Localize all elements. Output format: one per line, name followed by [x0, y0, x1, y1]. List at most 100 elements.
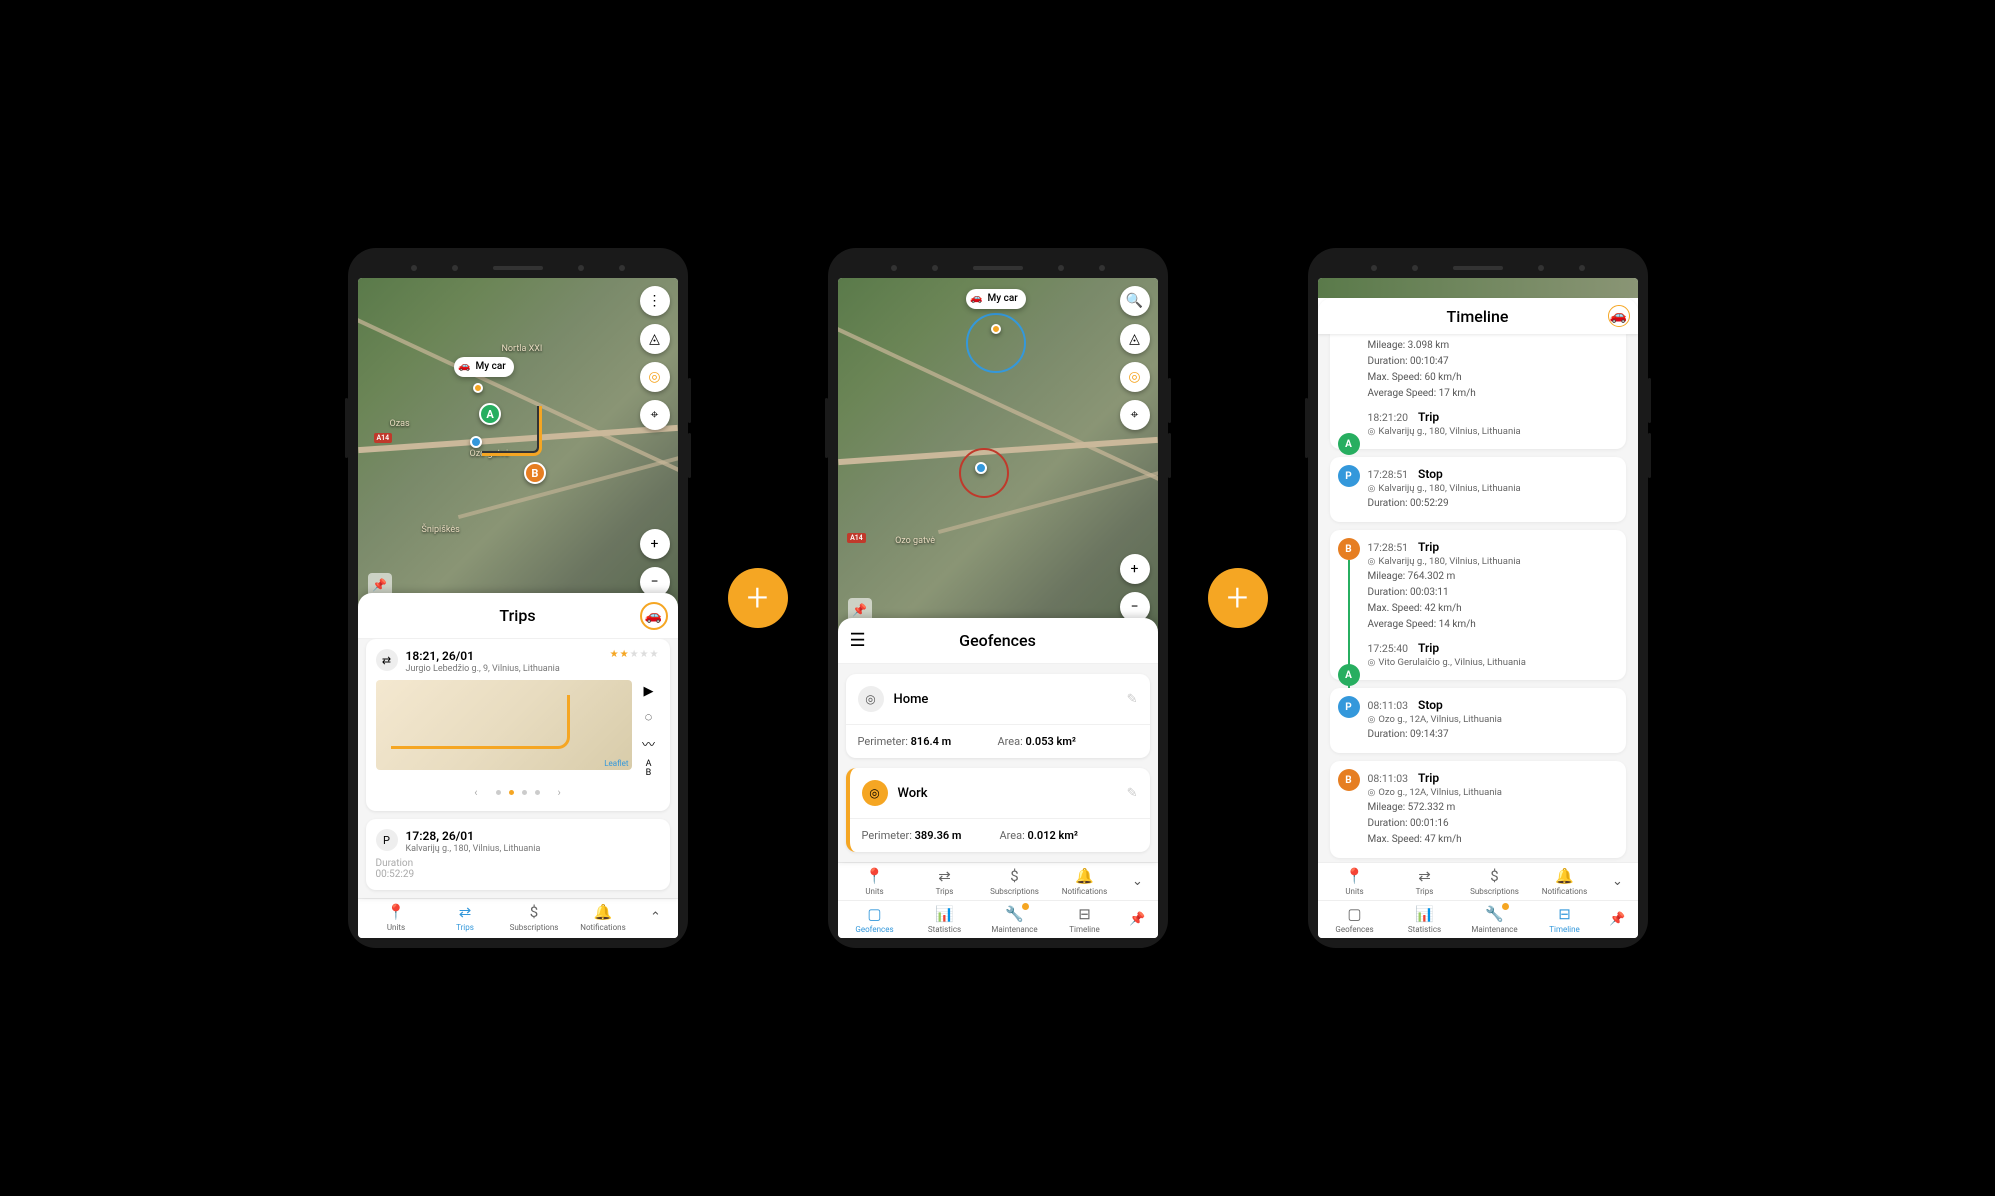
trips-icon: ⇄	[459, 903, 472, 921]
timeline-item[interactable]: P 17:28:51 Stop ◎Kalvarijų g., 180, Viln…	[1330, 457, 1626, 522]
nav-trips[interactable]: ⇄Trips	[431, 903, 500, 932]
locate-icon[interactable]: ⌖	[1120, 400, 1150, 430]
timeline-item[interactable]: B 08:11:03Trip ◎Ozo g., 12A, Vilnius, Li…	[1330, 761, 1626, 858]
nav-maintenance[interactable]: 🔧Maintenance	[1460, 905, 1530, 934]
alert-badge	[1022, 903, 1029, 910]
phone-trips: Nortla XXI Ozas Ozo gatvė Šnipiškės A14 …	[348, 248, 688, 948]
bottom-nav: 📍Units ⇄Trips $Subscriptions 🔔Notificati…	[838, 862, 1158, 938]
parking-icon: P	[376, 829, 398, 851]
plus-connector: +	[728, 568, 788, 628]
nav-units[interactable]: 📍Units	[840, 867, 910, 896]
edit-icon[interactable]: ✎	[1127, 786, 1138, 801]
nav-subscriptions[interactable]: $Subscriptions	[980, 867, 1050, 896]
plus-connector: +	[1208, 568, 1268, 628]
nav-timeline[interactable]: ⊟Timeline	[1530, 905, 1600, 934]
car-chip[interactable]: 🚗 My car	[454, 357, 514, 377]
compass-icon[interactable]: ◬	[1120, 324, 1150, 354]
pin-icon: 📍	[387, 903, 406, 921]
nav-timeline[interactable]: ⊟Timeline	[1050, 905, 1120, 934]
menu-icon[interactable]: ☰	[850, 630, 866, 651]
trip-minimap[interactable]: Leaflet	[376, 680, 632, 770]
expand-button[interactable]: ⌃	[638, 903, 674, 932]
nav-notifications[interactable]: 🔔Notifications	[569, 903, 638, 932]
stats-icon: 📊	[935, 905, 954, 923]
geofence-card-home[interactable]: ◎ Home ✎ Perimeter: 816.4 m Area: 0.053 …	[846, 674, 1150, 758]
nav-geofences[interactable]: ▢Geofences	[1320, 905, 1390, 934]
trip-card[interactable]: P 17:28, 26/01 Kalvarijų g., 180, Vilniu…	[366, 819, 670, 890]
nav-units[interactable]: 📍Units	[362, 903, 431, 932]
marker-a[interactable]: A	[479, 403, 501, 425]
map-peek	[1318, 278, 1638, 298]
marker-b[interactable]: B	[524, 462, 546, 484]
rating-stars[interactable]: ★★★★★	[610, 649, 660, 660]
wrench-icon: 🔧	[1005, 905, 1024, 923]
locate-icon[interactable]: ⌖	[640, 400, 670, 430]
nav-statistics[interactable]: 📊Statistics	[1390, 905, 1460, 934]
trip-address: Kalvarijų g., 180, Vilnius, Lithuania	[406, 844, 660, 854]
marker-a: A	[1338, 433, 1360, 455]
search-icon[interactable]: 🔍	[1120, 286, 1150, 316]
bottom-nav: 📍Units ⇄Trips $Subscriptions 🔔Notificati…	[358, 898, 678, 938]
dollar-icon: $	[1490, 867, 1498, 885]
nav-subscriptions[interactable]: $Subscriptions	[1460, 867, 1530, 896]
bottom-nav: 📍Units ⇄Trips $Subscriptions 🔔Notificati…	[1318, 862, 1638, 938]
car-icon: 🚗	[458, 360, 472, 374]
nav-geofences[interactable]: ▢Geofences	[840, 905, 910, 934]
trip-card[interactable]: ⇄ 18:21, 26/01 Jurgio Lebedžio g., 9, Vi…	[366, 639, 670, 811]
unit-selector[interactable]: 🚗	[1608, 305, 1630, 327]
bell-icon: 🔔	[594, 903, 613, 921]
layer-icon[interactable]: ◎	[1120, 362, 1150, 392]
nav-trips[interactable]: ⇄Trips	[1390, 867, 1460, 896]
parking-icon: P	[1338, 465, 1360, 487]
kebab-icon[interactable]: ⋮	[640, 286, 670, 316]
trips-icon: ⇄	[938, 867, 951, 885]
layer-icon[interactable]: ◎	[640, 362, 670, 392]
timeline-header: Timeline 🚗	[1318, 298, 1638, 334]
trips-icon: ⇄	[1418, 867, 1431, 885]
pager[interactable]: ‹ ›	[376, 780, 660, 801]
prev-icon[interactable]: ‹	[464, 786, 487, 799]
unit-selector[interactable]: 🚗	[640, 602, 668, 630]
dollar-icon: $	[530, 903, 538, 921]
chart-icon[interactable]: 〰	[638, 732, 660, 754]
ab-icon[interactable]: AB	[638, 758, 660, 780]
location-icon: ◎	[1368, 484, 1376, 494]
target-icon: ◎	[858, 686, 884, 712]
bell-icon: 🔔	[1555, 867, 1574, 885]
pin-nav-button[interactable]: 📌	[1600, 905, 1636, 934]
dollar-icon: $	[1010, 867, 1018, 885]
zoom-in-button[interactable]: +	[1120, 554, 1150, 584]
car-chip[interactable]: 🚗 My car	[966, 289, 1026, 309]
location-icon: ◎	[1368, 557, 1376, 567]
nav-notifications[interactable]: 🔔Notifications	[1050, 867, 1120, 896]
car-icon: 🚗	[970, 292, 984, 306]
geofence-icon: ▢	[867, 905, 881, 923]
timeline-item[interactable]: P 08:11:03Stop ◎Ozo g., 12A, Vilnius, Li…	[1330, 688, 1626, 753]
geofence-card-work[interactable]: ◎ Work ✎ Perimeter: 389.36 m Area: 0.012…	[846, 768, 1150, 852]
pin-nav-button[interactable]: 📌	[1120, 905, 1156, 934]
sheet-title: Geofences	[959, 631, 1036, 650]
timeline-item[interactable]: B A 17:28:51Trip ◎Kalvarijų g., 180, Vil…	[1330, 530, 1626, 680]
nav-subscriptions[interactable]: $Subscriptions	[500, 903, 569, 932]
edit-icon[interactable]: ✎	[1127, 692, 1138, 707]
compass-icon[interactable]: ◬	[640, 324, 670, 354]
nav-notifications[interactable]: 🔔Notifications	[1530, 867, 1600, 896]
timeline-item[interactable]: Mileage: 3.098 km Duration: 00:10:47 Max…	[1330, 334, 1626, 449]
geofence-icon: ▢	[1347, 905, 1361, 923]
nav-statistics[interactable]: 📊Statistics	[910, 905, 980, 934]
nav-maintenance[interactable]: 🔧Maintenance	[980, 905, 1050, 934]
map-area[interactable]: Nortla XXI Ozas Ozo gatvė Šnipiškės A14 …	[358, 278, 678, 607]
location-icon: ◎	[1368, 715, 1376, 725]
zoom-in-button[interactable]: +	[640, 529, 670, 559]
nav-units[interactable]: 📍Units	[1320, 867, 1390, 896]
car-label: My car	[476, 361, 506, 372]
wrench-icon: 🔧	[1485, 905, 1504, 923]
collapse-button[interactable]: ⌄	[1120, 867, 1156, 896]
map-area[interactable]: Ozo gatvė A14 🚗 My car 🔍 ◬ ◎ ⌖ + − 📌	[838, 278, 1158, 632]
play-button[interactable]: ▶	[638, 680, 660, 702]
track-icon[interactable]: ◌	[638, 706, 660, 728]
nav-trips[interactable]: ⇄Trips	[910, 867, 980, 896]
next-icon[interactable]: ›	[548, 786, 571, 799]
collapse-button[interactable]: ⌄	[1600, 867, 1636, 896]
timeline-list[interactable]: Mileage: 3.098 km Duration: 00:10:47 Max…	[1318, 334, 1638, 862]
